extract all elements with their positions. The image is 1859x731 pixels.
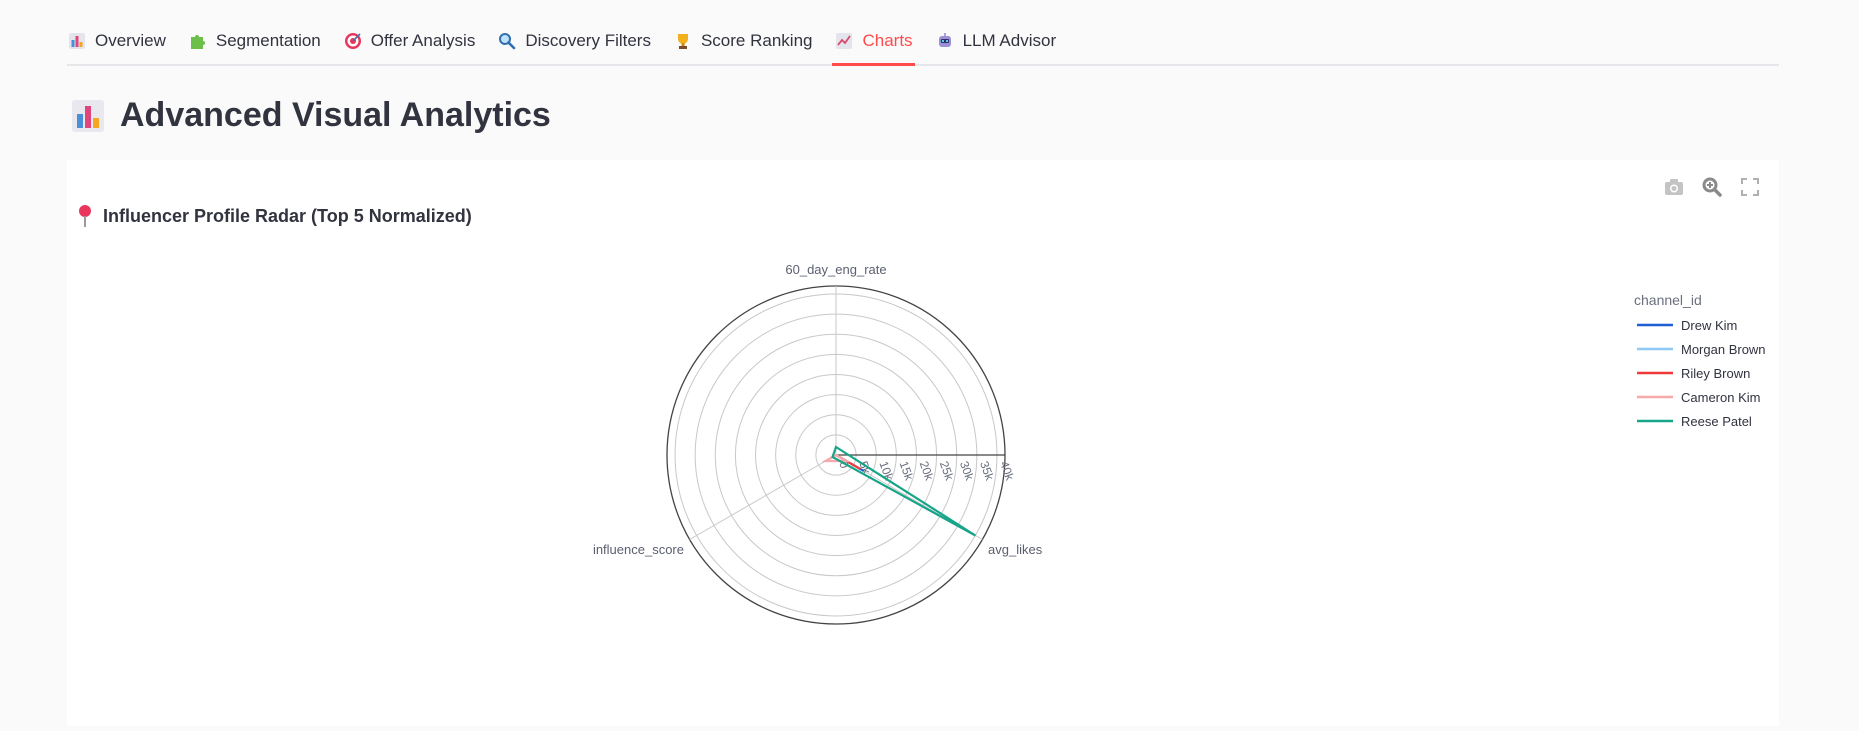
line-chart-icon <box>834 31 854 51</box>
tab-charts[interactable]: Charts <box>832 18 934 66</box>
tab-label: LLM Advisor <box>962 31 1057 50</box>
legend-item-label[interactable]: Morgan Brown <box>1681 342 1766 357</box>
tab-llm-advisor[interactable]: LLM Advisor <box>935 18 1079 64</box>
robot-icon <box>935 31 955 51</box>
legend-item-label[interactable]: Riley Brown <box>1681 366 1750 381</box>
magnifier-icon <box>497 31 517 51</box>
bar-chart-icon <box>72 99 104 132</box>
radar-chart: 0 5k 10k 15k 20k 25k 30k 35k 40k60_day_eng_ratea… <box>593 262 1766 625</box>
axis-label-influence_score: influence_score <box>593 542 684 557</box>
axis-label-60_day_eng_rate: 60_day_eng_rate <box>785 262 886 277</box>
radial-tick-label: 15k <box>897 459 917 483</box>
bar-chart-icon <box>67 31 87 51</box>
tab-bar: Overview Segmentation Offer Analysis Discov… <box>67 18 1779 66</box>
legend-item-label[interactable]: Cameron Kim <box>1681 390 1760 405</box>
chart-card: Influencer Profile Radar (Top 5 Normaliz… <box>67 160 1779 726</box>
radial-tick-label: 40k <box>997 459 1017 483</box>
page-title: Advanced Visual Analytics <box>70 96 551 135</box>
legend-title: channel_id <box>1634 292 1702 308</box>
tab-discovery-filters[interactable]: Discovery Filters <box>497 18 673 64</box>
tab-label: Segmentation <box>215 31 321 50</box>
tab-label: Charts <box>862 31 913 50</box>
legend-item-label[interactable]: Reese Patel <box>1681 414 1752 429</box>
tab-segmentation[interactable]: Segmentation <box>188 18 343 64</box>
target-icon <box>343 31 363 51</box>
tab-offer-analysis[interactable]: Offer Analysis <box>343 18 498 64</box>
page-title-text: Advanced Visual Analytics <box>120 96 551 134</box>
tab-label: Overview <box>95 31 166 50</box>
tab-overview[interactable]: Overview <box>67 18 188 64</box>
radial-tick-label: 30k <box>957 459 977 483</box>
trophy-icon <box>673 31 693 51</box>
puzzle-icon <box>188 31 208 51</box>
tab-label: Offer Analysis <box>370 31 476 50</box>
radial-tick-label: 35k <box>977 459 997 483</box>
axis-label-avg_likes: avg_likes <box>988 542 1043 557</box>
tab-score-ranking[interactable]: Score Ranking <box>673 18 835 64</box>
axis-spoke <box>689 454 837 540</box>
tab-label: Discovery Filters <box>525 31 651 50</box>
tab-label: Score Ranking <box>700 31 813 50</box>
legend-item-label[interactable]: Drew Kim <box>1681 318 1737 333</box>
